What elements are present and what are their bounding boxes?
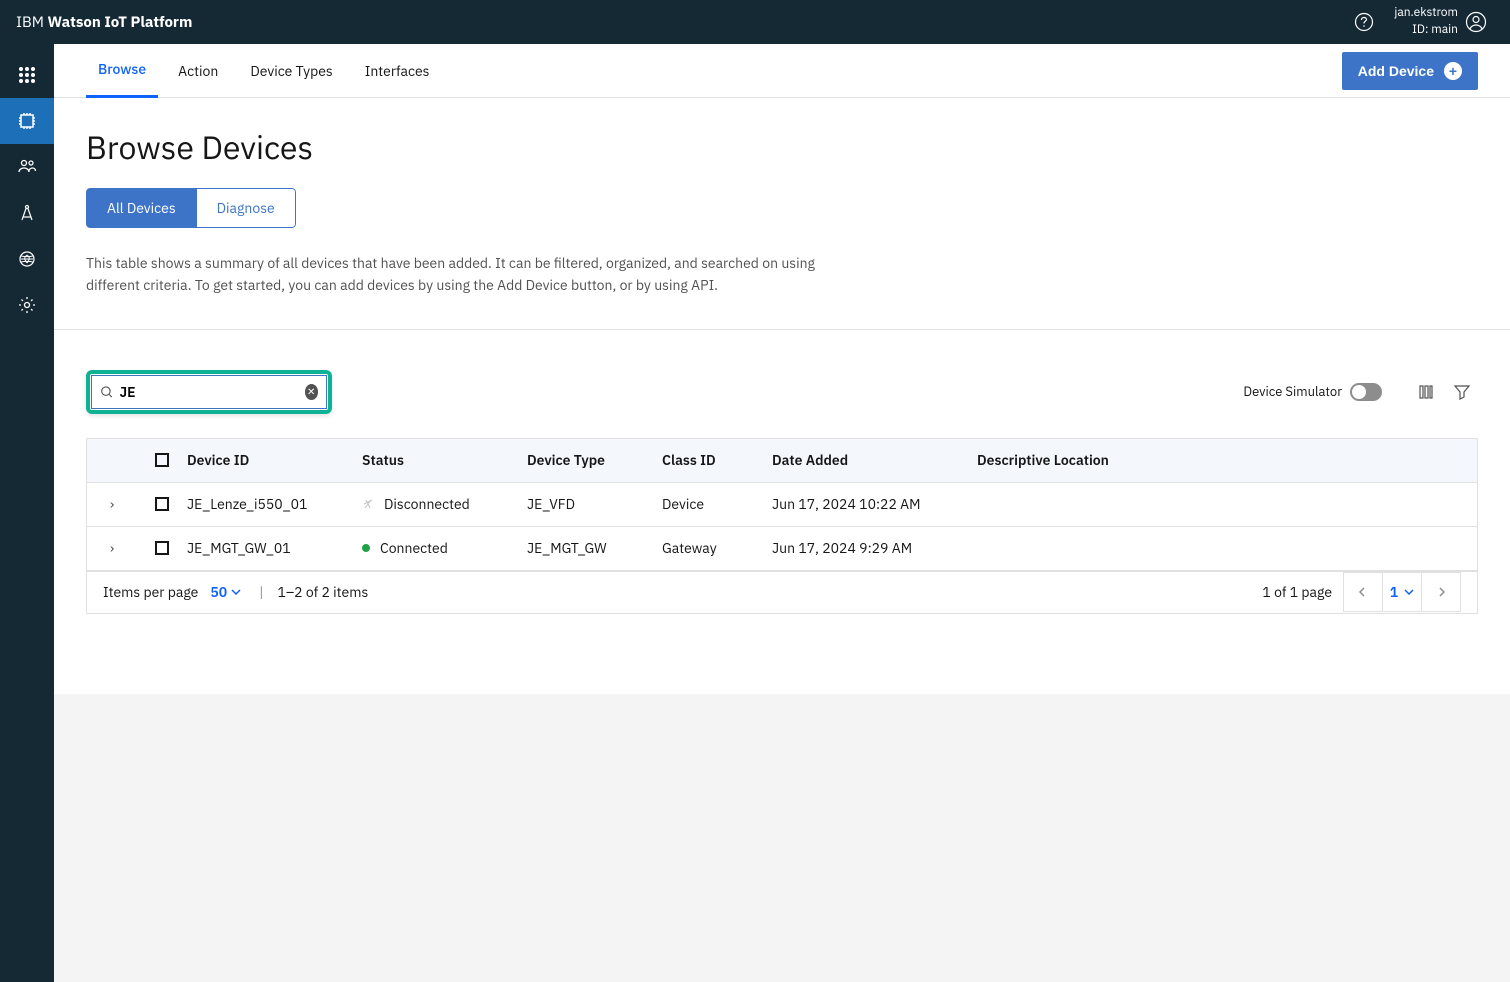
current-page: 1 bbox=[1390, 583, 1398, 601]
tab-device-types[interactable]: Device Types bbox=[238, 44, 344, 98]
page-select[interactable]: 1 bbox=[1382, 572, 1422, 612]
sidebar-settings-icon[interactable] bbox=[0, 282, 54, 328]
add-device-button[interactable]: Add Device + bbox=[1342, 52, 1478, 90]
header-location[interactable]: Descriptive Location bbox=[977, 451, 1477, 469]
chevron-down-icon bbox=[231, 589, 241, 595]
plus-icon: + bbox=[1444, 62, 1462, 80]
expand-row-icon[interactable]: › bbox=[110, 539, 114, 557]
devices-table: Device ID Status Device Type Class ID Da… bbox=[86, 438, 1478, 572]
page-description: This table shows a summary of all device… bbox=[86, 252, 836, 297]
cell-class-id: Device bbox=[662, 495, 772, 513]
sidebar-compass-icon[interactable] bbox=[0, 190, 54, 236]
main-content: Browse Action Device Types Interfaces Ad… bbox=[54, 44, 1510, 982]
sidebar-members-icon[interactable] bbox=[0, 144, 54, 190]
app-title: IBM Watson IoT Platform bbox=[16, 13, 192, 32]
cell-class-id: Gateway bbox=[662, 539, 772, 557]
search-highlight: ✕ bbox=[86, 370, 332, 414]
sidebar-security-icon[interactable] bbox=[0, 236, 54, 282]
topbar: IBM Watson IoT Platform jan.ekstrom ID: … bbox=[0, 0, 1510, 44]
select-all-checkbox[interactable] bbox=[155, 453, 169, 467]
sidebar-devices-icon[interactable] bbox=[0, 98, 54, 144]
items-range: 1–2 of 2 items bbox=[278, 583, 369, 601]
tab-browse[interactable]: Browse bbox=[86, 44, 158, 98]
cell-device-id: JE_Lenze_i550_01 bbox=[187, 495, 362, 513]
add-device-label: Add Device bbox=[1358, 63, 1434, 79]
pill-diagnose[interactable]: Diagnose bbox=[197, 188, 296, 228]
search-icon bbox=[100, 384, 114, 400]
pill-all-devices[interactable]: All Devices bbox=[86, 188, 197, 228]
table-row[interactable]: › JE_MGT_GW_01 Connected JE_MGT_GW Gatew… bbox=[87, 527, 1477, 571]
table-footer: Items per page 50 | 1–2 of 2 items 1 of … bbox=[86, 572, 1478, 614]
cell-device-type: JE_MGT_GW bbox=[527, 539, 662, 557]
tabbar: Browse Action Device Types Interfaces Ad… bbox=[54, 44, 1510, 98]
simulator-label: Device Simulator bbox=[1243, 383, 1342, 400]
disconnected-icon bbox=[362, 498, 374, 510]
cell-date-added: Jun 17, 2024 10:22 AM bbox=[772, 495, 977, 513]
prev-page-button[interactable] bbox=[1343, 572, 1383, 612]
items-per-page-label: Items per page bbox=[103, 583, 198, 601]
items-per-page-value: 50 bbox=[210, 583, 227, 601]
username: jan.ekstrom bbox=[1394, 5, 1458, 22]
page-info: 1 of 1 page bbox=[1262, 583, 1332, 601]
header-device-type[interactable]: Device Type bbox=[527, 451, 662, 469]
user-id: ID: main bbox=[1412, 22, 1458, 39]
cell-date-added: Jun 17, 2024 9:29 AM bbox=[772, 539, 977, 557]
cell-device-type: JE_VFD bbox=[527, 495, 662, 513]
connected-icon bbox=[362, 544, 370, 552]
title-bold: Watson IoT Platform bbox=[48, 13, 193, 32]
header-date-added[interactable]: Date Added bbox=[772, 451, 977, 469]
expand-row-icon[interactable]: › bbox=[110, 495, 114, 513]
table-toolbar: ✕ Device Simulator bbox=[86, 330, 1478, 438]
simulator-toggle[interactable] bbox=[1350, 383, 1382, 401]
cell-status: Disconnected bbox=[384, 495, 470, 513]
row-checkbox[interactable] bbox=[155, 497, 169, 511]
user-avatar-icon[interactable] bbox=[1458, 4, 1494, 40]
header-class-id[interactable]: Class ID bbox=[662, 451, 772, 469]
search-box: ✕ bbox=[91, 375, 327, 409]
table-header: Device ID Status Device Type Class ID Da… bbox=[87, 439, 1477, 483]
filter-icon[interactable] bbox=[1446, 376, 1478, 408]
search-input[interactable] bbox=[114, 383, 305, 401]
page-title: Browse Devices bbox=[86, 126, 1478, 168]
items-per-page-select[interactable]: 50 bbox=[206, 583, 245, 601]
tab-action[interactable]: Action bbox=[166, 44, 230, 98]
view-pills: All Devices Diagnose bbox=[86, 188, 296, 228]
next-page-button[interactable] bbox=[1421, 572, 1461, 612]
cell-device-id: JE_MGT_GW_01 bbox=[187, 539, 362, 557]
user-info: jan.ekstrom ID: main bbox=[1394, 5, 1458, 39]
title-prefix: IBM bbox=[16, 13, 48, 32]
chevron-down-icon bbox=[1404, 589, 1414, 595]
lower-background bbox=[54, 694, 1510, 982]
sidebar-apps-icon[interactable] bbox=[0, 52, 54, 98]
header-device-id[interactable]: Device ID bbox=[187, 451, 362, 469]
help-icon[interactable] bbox=[1346, 4, 1382, 40]
sidebar bbox=[0, 44, 54, 982]
cell-status: Connected bbox=[380, 539, 448, 557]
columns-icon[interactable] bbox=[1410, 376, 1442, 408]
clear-search-icon[interactable]: ✕ bbox=[305, 384, 319, 400]
row-checkbox[interactable] bbox=[155, 541, 169, 555]
header-status[interactable]: Status bbox=[362, 451, 527, 469]
tab-interfaces[interactable]: Interfaces bbox=[353, 44, 442, 98]
table-row[interactable]: › JE_Lenze_i550_01 Disconnected JE_VFD D… bbox=[87, 483, 1477, 527]
